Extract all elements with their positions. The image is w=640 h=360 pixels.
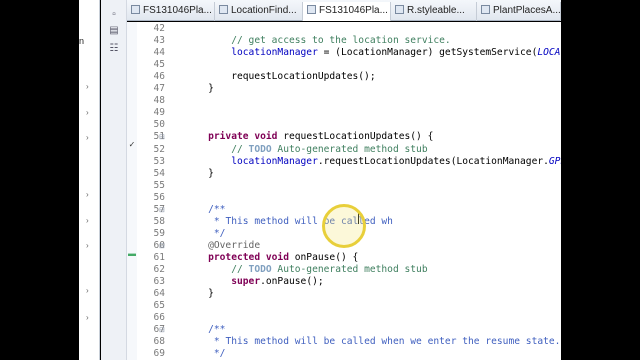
code-line[interactable]: private void requestLocationUpdates() { (185, 131, 433, 142)
line-number: 68 (153, 336, 165, 348)
chevron-right-icon[interactable]: › (86, 108, 89, 117)
line-number: 45 (153, 59, 165, 71)
code-line[interactable]: * This method will be called when we ent… (185, 336, 561, 347)
line-number: 63 (153, 276, 165, 288)
file-java-icon (395, 5, 404, 14)
editor-tab-bar: FS131046Pla... LocationFind... FS131046P… (127, 0, 561, 21)
code-line[interactable]: } (185, 168, 214, 179)
file-java-icon (481, 5, 490, 14)
line-number: 43 (153, 35, 165, 47)
letterbox-right (561, 0, 640, 360)
line-number: 61 (153, 251, 165, 263)
chevron-right-icon[interactable]: › (86, 190, 89, 199)
line-number: 62 (153, 264, 165, 275)
line-number: 53 (153, 155, 165, 167)
outline-icon[interactable]: ☷ (107, 42, 121, 56)
line-number: 64 (153, 288, 165, 300)
task-marker-icon[interactable]: ✓ (128, 141, 136, 149)
line-number: 69 (153, 348, 165, 360)
line-number: 55 (153, 179, 165, 191)
tab-label: LocationFind... (231, 5, 297, 16)
line-number: 65 (153, 300, 165, 312)
eclipse-window: t an › › › › › › › › ▫ ▤ ☷ FS131046Pla..… (0, 0, 640, 360)
fold-toggle-icon[interactable]: ⊟ (159, 242, 165, 250)
line-number: 59 (153, 227, 165, 239)
line-number: 66 (153, 312, 165, 324)
code-line[interactable]: } (185, 83, 214, 94)
maximize-icon[interactable]: ▤ (107, 24, 121, 38)
fold-toggle-icon[interactable]: ⊟ (159, 206, 165, 214)
line-number: 58 (153, 215, 165, 227)
chevron-right-icon[interactable]: › (86, 216, 89, 225)
file-java-icon (131, 5, 140, 14)
line-number: 46 (153, 71, 165, 83)
line-number: 47 (153, 83, 165, 95)
code-line[interactable]: /** (185, 204, 225, 215)
minimize-icon[interactable]: ▫ (107, 8, 121, 22)
code-line[interactable]: // get access to the location service. (185, 35, 451, 46)
code-line[interactable]: locationManager = (LocationManager) getS… (185, 47, 561, 58)
tab-label: R.styleable... (407, 5, 465, 16)
file-java-icon (219, 5, 228, 14)
tab-label: FS131046Pla... (143, 5, 212, 16)
line-number: 52 (153, 143, 165, 155)
mouse-cursor-highlight (322, 204, 366, 248)
editor-tab-3[interactable]: FS131046Pla... (303, 2, 391, 21)
chevron-right-icon[interactable]: › (86, 286, 89, 295)
vertical-toolbar: ▫ ▤ ☷ (101, 0, 127, 360)
code-line[interactable]: protected void onPause() { (185, 252, 358, 263)
code-line[interactable]: */ (185, 348, 226, 359)
chevron-right-icon[interactable]: › (86, 313, 89, 322)
code-line[interactable]: } (185, 288, 214, 299)
line-number: 48 (153, 95, 165, 107)
editor-tab-2[interactable]: LocationFind... (215, 2, 303, 21)
editor-tab-4[interactable]: R.styleable... (391, 2, 477, 21)
change-marker-icon: ▬ (128, 249, 136, 258)
editor-tab-1[interactable]: FS131046Pla... (127, 2, 215, 21)
fold-toggle-icon[interactable]: ⊟ (159, 133, 165, 141)
code-line[interactable]: locationManager.requestLocationUpdates(L… (185, 156, 561, 167)
editor-tab-5[interactable]: PlantPlacesA... (477, 2, 561, 21)
line-number: 42 (153, 23, 165, 34)
chevron-right-icon[interactable]: › (86, 241, 89, 250)
line-number: 49 (153, 107, 165, 119)
overview-ruler: ✓ ▬ (127, 22, 137, 360)
line-number: 56 (153, 191, 165, 203)
line-number: 54 (153, 167, 165, 179)
fold-toggle-icon[interactable]: ⊟ (159, 326, 165, 334)
tab-label: PlantPlacesA... (493, 5, 561, 16)
line-number: 50 (153, 119, 165, 131)
code-line[interactable]: // TODO Auto-generated method stub (185, 264, 427, 275)
code-line[interactable]: // TODO Auto-generated method stub (185, 144, 427, 155)
code-editor[interactable]: ✓ ▬ 42 43 // get access to the location s… (127, 22, 561, 360)
tab-label: FS131046Pla... (319, 5, 388, 16)
line-number: 44 (153, 47, 165, 59)
code-line[interactable]: */ (185, 228, 226, 239)
code-line[interactable]: @Override (185, 240, 260, 251)
letterbox-left (0, 0, 79, 360)
code-line[interactable]: super.onPause(); (185, 276, 323, 287)
file-java-icon (307, 5, 316, 14)
chevron-right-icon[interactable]: › (86, 82, 89, 91)
chevron-right-icon[interactable]: › (86, 133, 89, 142)
code-line[interactable]: requestLocationUpdates(); (185, 71, 375, 82)
code-line[interactable]: /** (185, 324, 225, 335)
